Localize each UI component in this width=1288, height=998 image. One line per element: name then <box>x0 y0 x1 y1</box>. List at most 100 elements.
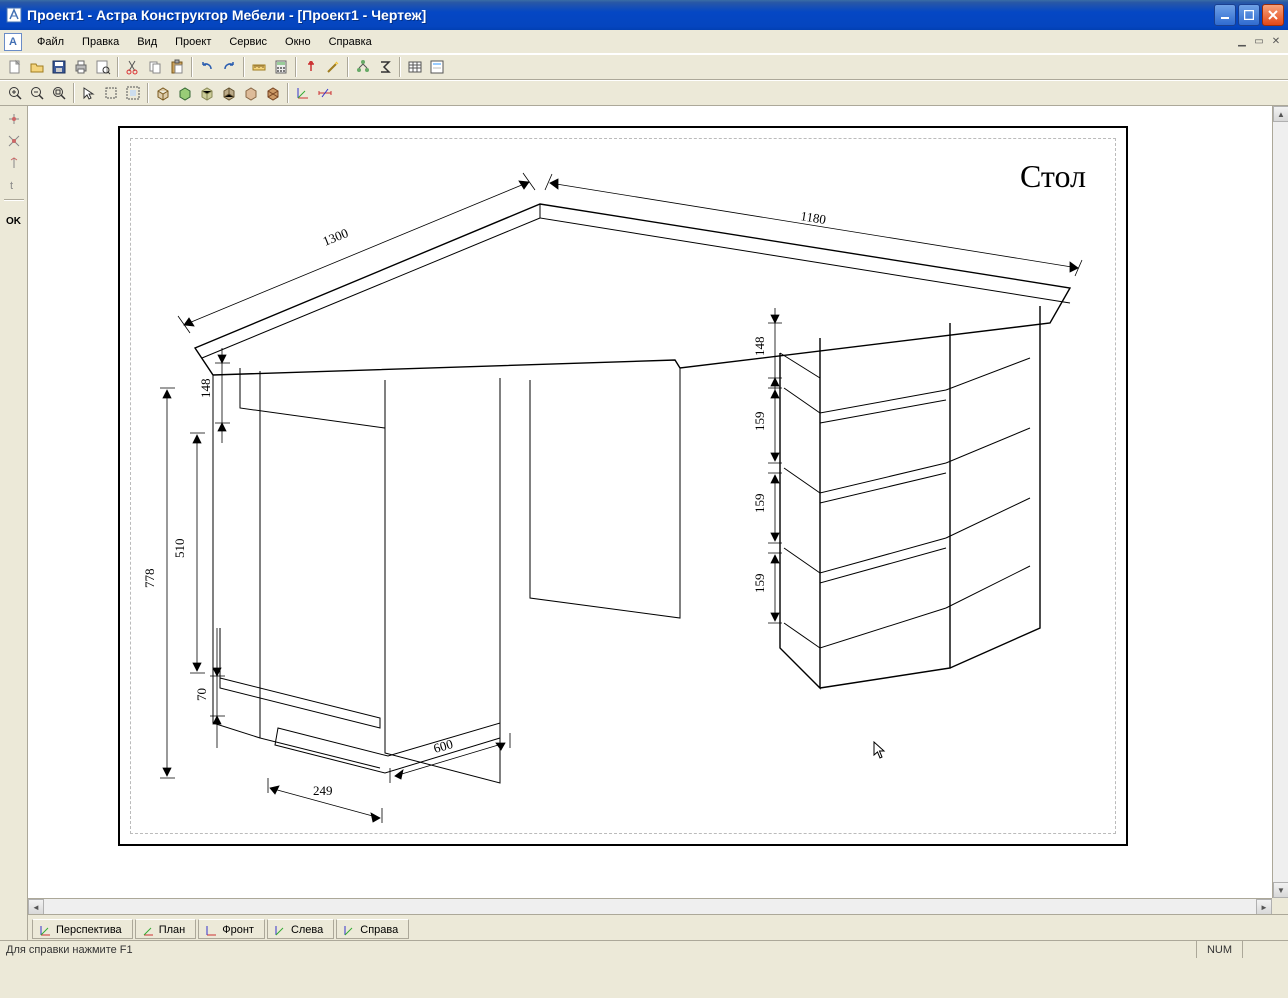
minimize-button[interactable] <box>1214 4 1236 26</box>
dim-778: 778 <box>142 569 157 589</box>
separator <box>73 83 75 103</box>
vertical-scrollbar[interactable]: ▲ ▼ <box>1272 106 1288 898</box>
select-all-button[interactable] <box>122 82 144 104</box>
dim-159-3: 159 <box>752 574 767 594</box>
select-button[interactable] <box>78 82 100 104</box>
wand-button[interactable] <box>322 56 344 78</box>
tab-label: План <box>159 924 186 936</box>
menu-edit[interactable]: Правка <box>73 32 128 52</box>
mdi-minimize-button[interactable]: ▁ <box>1234 35 1250 49</box>
zoom-out-button[interactable] <box>26 82 48 104</box>
cut-button[interactable] <box>122 56 144 78</box>
new-button[interactable] <box>4 56 26 78</box>
dim-510: 510 <box>172 539 187 559</box>
status-empty <box>1242 941 1282 958</box>
tab-perspective[interactable]: Перспектива <box>32 919 133 939</box>
box3d-6-button[interactable] <box>262 82 284 104</box>
scroll-up-button[interactable]: ▲ <box>1273 106 1288 122</box>
drawing-sheet: Стол <box>118 126 1128 846</box>
separator <box>399 57 401 77</box>
dim-148-left: 148 <box>198 379 213 399</box>
tree-button[interactable] <box>352 56 374 78</box>
select-rect-button[interactable] <box>100 82 122 104</box>
separator <box>117 57 119 77</box>
menu-help[interactable]: Справка <box>320 32 381 52</box>
separator <box>295 57 297 77</box>
toolbar-standard <box>0 54 1288 80</box>
dim-159-2: 159 <box>752 494 767 514</box>
table-button[interactable] <box>404 56 426 78</box>
box3d-2-button[interactable] <box>174 82 196 104</box>
dim-148-right: 148 <box>752 337 767 357</box>
pin-button[interactable] <box>300 56 322 78</box>
zoom-fit-button[interactable] <box>48 82 70 104</box>
dim-button[interactable] <box>314 82 336 104</box>
snap2-button[interactable] <box>2 130 26 152</box>
view-tabs: Перспектива План Фронт Слева Справа <box>28 914 1288 942</box>
scroll-track[interactable] <box>44 899 1256 914</box>
menu-file[interactable]: Файл <box>28 32 73 52</box>
snap4-button[interactable]: t <box>2 174 26 196</box>
separator <box>287 83 289 103</box>
horizontal-scrollbar[interactable]: ◄ ► <box>28 898 1272 914</box>
ruler-button[interactable] <box>248 56 270 78</box>
window-title: Проект1 - Астра Конструктор Мебели - [Пр… <box>27 7 1214 23</box>
mdi-close-button[interactable]: ✕ <box>1268 35 1284 49</box>
tab-left[interactable]: Слева <box>267 919 334 939</box>
scroll-track[interactable] <box>1273 122 1288 882</box>
tab-front[interactable]: Фронт <box>198 919 265 939</box>
menu-view[interactable]: Вид <box>128 32 166 52</box>
tab-label: Справа <box>360 924 398 936</box>
status-num: NUM <box>1196 941 1242 958</box>
toolbar-left: t OK <box>0 106 28 942</box>
dim-70: 70 <box>194 688 209 701</box>
dim-249: 249 <box>313 783 333 798</box>
ok-button[interactable]: OK <box>2 210 26 232</box>
sigma-button[interactable] <box>374 56 396 78</box>
maximize-button[interactable] <box>1238 4 1260 26</box>
scroll-right-button[interactable]: ► <box>1256 899 1272 915</box>
separator <box>191 57 193 77</box>
tab-right[interactable]: Справа <box>336 919 409 939</box>
redo-button[interactable] <box>218 56 240 78</box>
document-icon[interactable]: A <box>4 33 22 51</box>
app-icon <box>6 7 22 23</box>
tab-plan[interactable]: План <box>135 919 197 939</box>
tab-label: Фронт <box>222 924 254 936</box>
dim-1300: 1300 <box>321 225 351 249</box>
print-button[interactable] <box>70 56 92 78</box>
box3d-3-button[interactable] <box>196 82 218 104</box>
separator <box>147 83 149 103</box>
calc-button[interactable] <box>270 56 292 78</box>
dim-159-1: 159 <box>752 412 767 432</box>
window-buttons <box>1214 4 1284 26</box>
close-button[interactable] <box>1262 4 1284 26</box>
mdi-controls: ▁ ▭ ✕ <box>1234 35 1288 49</box>
box3d-5-button[interactable] <box>240 82 262 104</box>
status-hint: Для справки нажмите F1 <box>6 944 133 956</box>
menu-window[interactable]: Окно <box>276 32 320 52</box>
box3d-1-button[interactable] <box>152 82 174 104</box>
scroll-left-button[interactable]: ◄ <box>28 899 44 915</box>
scroll-down-button[interactable]: ▼ <box>1273 882 1288 898</box>
axes-button[interactable] <box>292 82 314 104</box>
form-button[interactable] <box>426 56 448 78</box>
statusbar: Для справки нажмите F1 NUM <box>0 940 1288 958</box>
open-button[interactable] <box>26 56 48 78</box>
snap1-button[interactable] <box>2 108 26 130</box>
menu-project[interactable]: Проект <box>166 32 220 52</box>
zoom-in-button[interactable] <box>4 82 26 104</box>
canvas[interactable]: Стол <box>28 106 1272 898</box>
titlebar: Проект1 - Астра Конструктор Мебели - [Пр… <box>0 0 1288 30</box>
print-preview-button[interactable] <box>92 56 114 78</box>
box3d-4-button[interactable] <box>218 82 240 104</box>
svg-text:t: t <box>10 180 13 192</box>
mdi-restore-button[interactable]: ▭ <box>1251 35 1267 49</box>
save-button[interactable] <box>48 56 70 78</box>
menu-service[interactable]: Сервис <box>220 32 276 52</box>
copy-button[interactable] <box>144 56 166 78</box>
snap3-button[interactable] <box>2 152 26 174</box>
undo-button[interactable] <box>196 56 218 78</box>
separator <box>243 57 245 77</box>
paste-button[interactable] <box>166 56 188 78</box>
